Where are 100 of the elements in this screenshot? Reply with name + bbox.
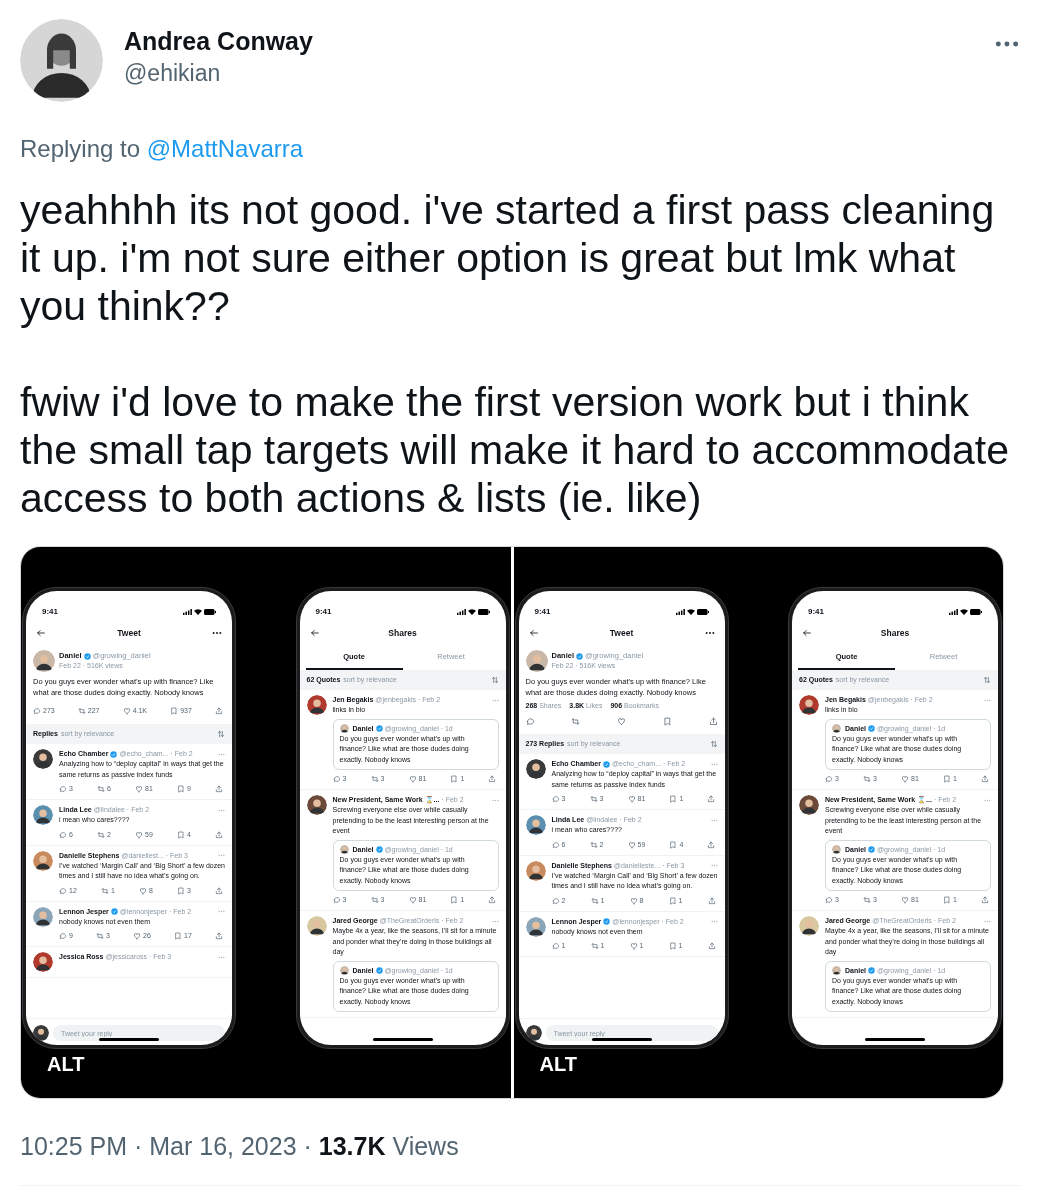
share-icon[interactable] xyxy=(707,896,716,905)
bookmark-icon[interactable] xyxy=(942,775,951,784)
retweet-icon[interactable] xyxy=(589,795,598,803)
avatar[interactable] xyxy=(832,845,841,855)
image[interactable] xyxy=(513,547,1003,1098)
heart-icon[interactable] xyxy=(901,896,910,905)
avatar[interactable] xyxy=(525,1025,542,1041)
share-icon[interactable] xyxy=(707,942,716,950)
comment-icon[interactable] xyxy=(33,707,41,715)
avatar[interactable] xyxy=(33,850,53,871)
bookmark-icon[interactable] xyxy=(668,896,677,905)
retweet-icon[interactable] xyxy=(96,932,105,940)
heart-icon[interactable] xyxy=(138,886,147,895)
avatar[interactable] xyxy=(33,1025,49,1041)
avatar[interactable] xyxy=(525,916,546,937)
share-icon[interactable] xyxy=(488,775,497,784)
share-icon[interactable] xyxy=(214,707,223,715)
avatar[interactable] xyxy=(525,650,548,672)
comment-icon[interactable] xyxy=(59,932,67,940)
bookmark-icon[interactable] xyxy=(942,896,951,905)
share-icon[interactable] xyxy=(707,795,716,803)
bookmark-icon[interactable] xyxy=(170,707,179,715)
heart-icon[interactable] xyxy=(133,932,142,940)
avatar[interactable] xyxy=(832,966,841,976)
share-icon[interactable] xyxy=(214,932,223,940)
back-icon[interactable] xyxy=(36,628,46,638)
retweet-icon[interactable] xyxy=(97,830,105,839)
retweet-icon[interactable] xyxy=(571,717,581,726)
share-icon[interactable] xyxy=(488,896,497,905)
retweet-icon[interactable] xyxy=(97,785,105,793)
author-name[interactable]: Andrea Conway xyxy=(124,26,313,56)
avatar[interactable] xyxy=(33,952,53,972)
retweet-icon[interactable] xyxy=(77,707,86,715)
avatar[interactable] xyxy=(339,845,349,855)
retweet-icon[interactable] xyxy=(590,942,599,950)
avatar[interactable] xyxy=(339,724,349,734)
avatar[interactable] xyxy=(799,695,819,716)
sort-icon[interactable] xyxy=(983,676,991,685)
retweet-icon[interactable] xyxy=(370,775,379,784)
bookmark-icon[interactable] xyxy=(668,942,677,950)
avatar[interactable] xyxy=(799,795,819,816)
heart-icon[interactable] xyxy=(629,942,638,950)
share-icon[interactable] xyxy=(980,896,989,905)
sort-icon[interactable] xyxy=(490,676,499,685)
heart-icon[interactable] xyxy=(408,896,417,905)
share-icon[interactable] xyxy=(214,830,223,839)
sort-icon[interactable] xyxy=(709,740,718,748)
bookmark-icon[interactable] xyxy=(669,795,678,803)
share-icon[interactable] xyxy=(708,717,718,726)
comment-icon[interactable] xyxy=(59,830,67,839)
image[interactable] xyxy=(21,547,511,1098)
heart-icon[interactable] xyxy=(135,785,144,793)
retweet-icon[interactable] xyxy=(589,840,598,849)
bookmark-icon[interactable] xyxy=(176,886,185,895)
comment-icon[interactable] xyxy=(825,896,833,905)
bookmark-icon[interactable] xyxy=(176,830,185,839)
retweet-icon[interactable] xyxy=(863,896,871,905)
heart-icon[interactable] xyxy=(122,707,131,715)
bookmark-icon[interactable] xyxy=(450,775,459,784)
retweet-icon[interactable] xyxy=(370,896,379,905)
bookmark-icon[interactable] xyxy=(176,785,185,793)
comment-icon[interactable] xyxy=(551,942,560,950)
bookmark-icon[interactable] xyxy=(450,896,459,905)
heart-icon[interactable] xyxy=(627,795,636,803)
heart-icon[interactable] xyxy=(629,896,638,905)
bookmark-icon[interactable] xyxy=(662,717,672,726)
retweet-icon[interactable] xyxy=(590,896,599,905)
comment-icon[interactable] xyxy=(825,775,833,784)
avatar[interactable] xyxy=(33,805,53,825)
avatar[interactable] xyxy=(33,749,53,769)
heart-icon[interactable] xyxy=(617,717,626,726)
comment-icon[interactable] xyxy=(551,896,560,905)
back-icon[interactable] xyxy=(802,628,812,638)
share-icon[interactable] xyxy=(707,840,716,849)
heart-icon[interactable] xyxy=(408,775,417,784)
avatar[interactable] xyxy=(832,724,841,734)
avatar[interactable] xyxy=(33,906,53,927)
comment-icon[interactable] xyxy=(551,840,560,849)
share-icon[interactable] xyxy=(980,775,989,784)
share-icon[interactable] xyxy=(214,785,223,793)
avatar[interactable] xyxy=(339,966,349,976)
comment-icon[interactable] xyxy=(59,886,67,895)
sort-icon[interactable] xyxy=(217,730,225,738)
avatar[interactable] xyxy=(525,759,546,779)
heart-icon[interactable] xyxy=(901,775,910,784)
comment-icon[interactable] xyxy=(525,717,535,726)
avatar[interactable] xyxy=(525,815,546,835)
bookmark-icon[interactable] xyxy=(174,932,183,940)
avatar[interactable] xyxy=(33,650,55,672)
heart-icon[interactable] xyxy=(135,830,144,839)
share-icon[interactable] xyxy=(214,886,223,895)
retweet-icon[interactable] xyxy=(863,775,871,784)
comment-icon[interactable] xyxy=(59,785,67,793)
author-handle[interactable]: @ehikian xyxy=(124,56,313,90)
heart-icon[interactable] xyxy=(627,840,636,849)
back-icon[interactable] xyxy=(528,628,539,638)
retweet-icon[interactable] xyxy=(100,886,109,895)
back-icon[interactable] xyxy=(309,628,320,638)
comment-icon[interactable] xyxy=(332,775,341,784)
avatar[interactable] xyxy=(306,795,327,816)
